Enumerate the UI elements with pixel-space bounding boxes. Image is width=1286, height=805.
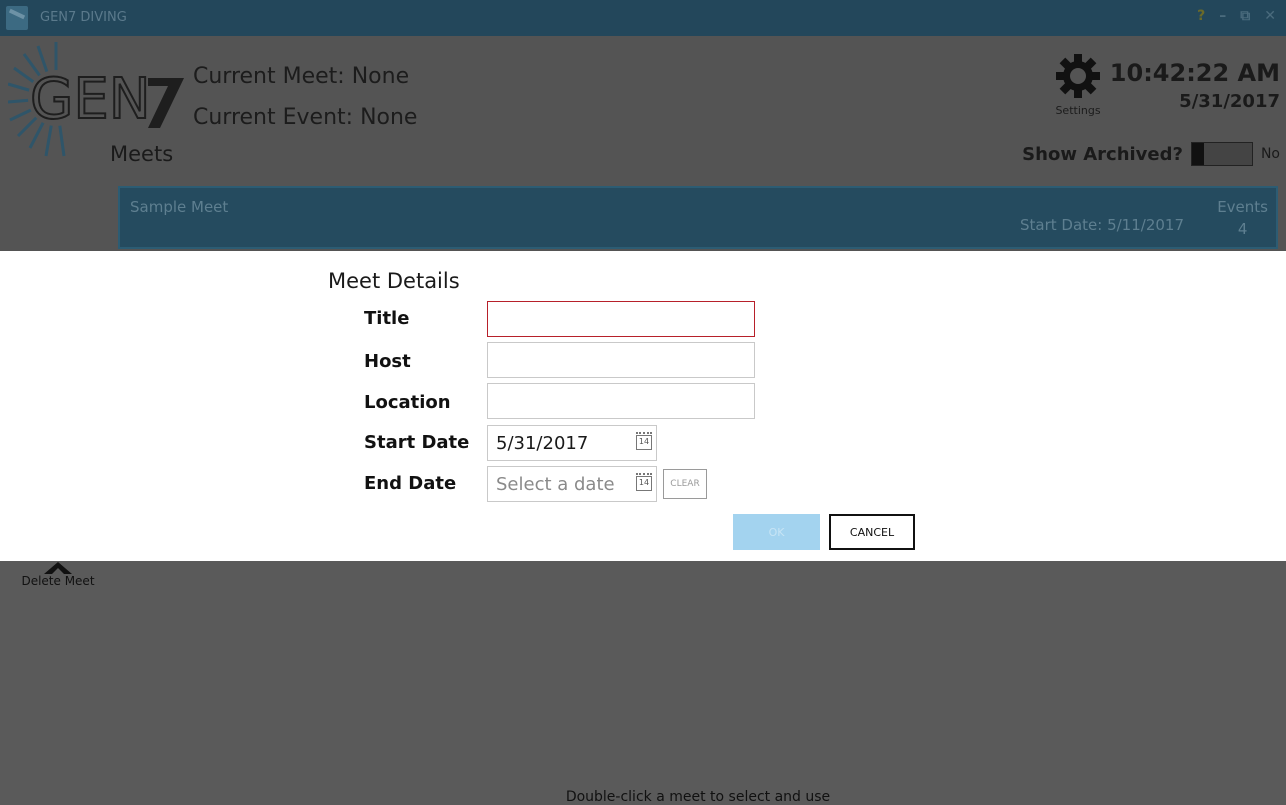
title-label: Title <box>364 308 410 329</box>
show-archived: Show Archived? No <box>1022 142 1280 166</box>
footer-hint: Double-click a meet to select and use <box>565 789 831 805</box>
show-archived-label: Show Archived? <box>1022 143 1183 165</box>
meet-events-label: Events <box>1217 198 1268 216</box>
title-field[interactable] <box>487 301 755 337</box>
delete-meet-button[interactable]: Delete Meet <box>20 560 96 588</box>
meet-list-item[interactable]: Sample Meet Start Date: 5/11/2017 Events… <box>118 186 1278 249</box>
window-controls: ? – ⧉ ✕ <box>1197 8 1276 24</box>
app-logo-icon <box>6 6 28 30</box>
host-field[interactable] <box>487 342 755 378</box>
settings-label: Settings <box>1055 104 1101 117</box>
location-field[interactable] <box>487 383 755 419</box>
end-date-placeholder: Select a date <box>496 474 615 495</box>
minimize-icon[interactable]: – <box>1219 8 1226 24</box>
end-date-label: End Date <box>364 473 457 494</box>
clock: 10:42:22 AM 5/31/2017 <box>1110 58 1280 116</box>
meet-name: Sample Meet <box>130 198 229 216</box>
show-archived-toggle[interactable] <box>1190 142 1253 166</box>
settings-button[interactable]: Settings <box>1048 52 1108 122</box>
current-event-value: None <box>360 105 418 130</box>
clock-date: 5/31/2017 <box>1179 91 1280 112</box>
meet-events: Events 4 <box>1217 196 1268 240</box>
gear-icon <box>1056 54 1100 98</box>
current-event: Current Event: None <box>193 97 417 138</box>
toggle-knob <box>1191 143 1204 165</box>
show-archived-value: No <box>1260 146 1280 162</box>
help-icon[interactable]: ? <box>1197 8 1205 24</box>
current-event-label: Current Event: <box>193 105 354 130</box>
clock-time: 10:42:22 AM <box>1109 59 1280 87</box>
delete-meet-label: Delete Meet <box>21 574 95 588</box>
meets-section-title: Meets <box>110 142 174 166</box>
end-date-picker[interactable]: Select a date 14 <box>487 466 657 502</box>
meet-start-date: Start Date: 5/11/2017 <box>1020 216 1184 234</box>
restore-icon[interactable]: ⧉ <box>1240 8 1250 24</box>
current-meet-label: Current Meet: <box>193 64 345 89</box>
meet-events-count: 4 <box>1237 220 1248 238</box>
current-meet: Current Meet: None <box>193 56 417 97</box>
title-bar: GEN7 DIVING ? – ⧉ ✕ <box>0 0 1286 36</box>
window-title: GEN7 DIVING <box>40 10 127 25</box>
svg-text:GEN: GEN <box>30 67 151 132</box>
calendar-icon[interactable]: 14 <box>636 473 652 491</box>
current-meet-info: Current Meet: None Current Event: None <box>193 56 417 138</box>
location-label: Location <box>364 392 451 413</box>
app-header: GEN Current Meet: None Current Event: No… <box>0 36 1286 251</box>
gen7-logo: GEN <box>8 42 184 157</box>
start-date-label: Start Date <box>364 432 470 453</box>
calendar-icon[interactable]: 14 <box>636 432 652 450</box>
start-date-picker[interactable]: 5/31/2017 14 <box>487 425 657 461</box>
start-date-value: 5/31/2017 <box>496 433 589 454</box>
meet-details-dialog: Meet Details Title Host Location Start D… <box>0 251 1286 561</box>
cancel-button[interactable]: CANCEL <box>829 514 915 550</box>
dialog-title: Meet Details <box>328 269 460 293</box>
ok-button[interactable]: OK <box>733 514 820 550</box>
delete-icon <box>44 562 72 574</box>
close-icon[interactable]: ✕ <box>1264 8 1276 24</box>
host-label: Host <box>364 351 411 372</box>
current-meet-value: None <box>351 64 410 89</box>
clear-end-date-button[interactable]: CLEAR <box>663 469 707 499</box>
